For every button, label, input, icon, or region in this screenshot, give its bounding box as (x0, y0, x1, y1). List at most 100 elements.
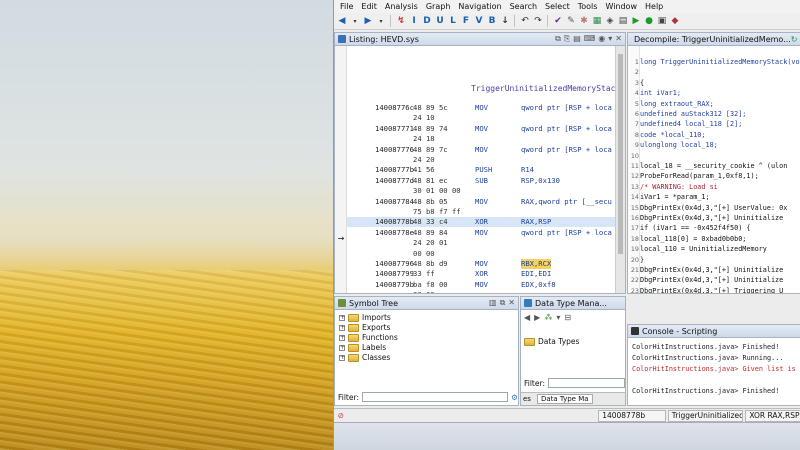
listing-content[interactable]: TriggerUninitializedMemoryStack 14008776… (347, 46, 620, 293)
listing-row[interactable]: 140087771 48 89 74 MOV qword ptr [RSP + loc… (347, 124, 615, 134)
tree-item-exports[interactable]: + Exports (339, 323, 390, 333)
tree-item-classes[interactable]: + Classes (339, 353, 390, 363)
check-icon[interactable]: ✔ (552, 15, 564, 27)
next-instruction-icon[interactable]: I (408, 15, 420, 27)
dtm-filter-input[interactable] (547, 378, 625, 388)
listing-row[interactable]: 14008777d 48 81 ec SUB RSP,0x130 (347, 176, 615, 186)
decompile-line[interactable]: undefined4 local_118 [2]; (640, 119, 800, 129)
refresh-icon[interactable]: ↻ (791, 35, 798, 44)
decompile-line[interactable]: DbgPrintEx(0x4d,3,"[+] Uninitialize (640, 265, 800, 275)
expand-icon[interactable]: + (339, 325, 345, 331)
listing-row[interactable]: 14008778e 48 89 84 MOV qword ptr [RSP + loc… (347, 228, 615, 238)
decompile-line[interactable]: local_110 = UninitializedMemory (640, 244, 800, 254)
next-selected-icon[interactable]: ↯ (395, 15, 407, 27)
decompile-line[interactable]: code *local_110; (640, 130, 800, 140)
expand-icon[interactable]: + (339, 345, 345, 351)
paste-icon[interactable]: ⎘ (564, 34, 570, 44)
tab-data-type-manager[interactable]: Data Type Ma (536, 394, 593, 404)
menu-edit[interactable]: Edit (357, 2, 381, 11)
listing-row[interactable]: 24 18 (347, 134, 615, 144)
new-folder-icon[interactable]: ▥ (489, 298, 497, 308)
listing-scrollbar-thumb[interactable] (618, 54, 623, 254)
next-function-icon[interactable]: F (460, 15, 472, 27)
camera-icon[interactable]: ◉ (598, 34, 605, 44)
filter-options-icon[interactable]: ⚙ (511, 393, 518, 402)
decompile-line[interactable] (640, 67, 800, 77)
decompile-line[interactable]: /* WARNING: Load si (640, 182, 800, 192)
listing-row[interactable]: 24 20 01 (347, 238, 615, 248)
bug-icon[interactable]: ✱ (578, 15, 590, 27)
next-label-icon[interactable]: L (447, 15, 459, 27)
dtm-tree-item[interactable]: Data Types (524, 337, 579, 346)
listing-row[interactable]: 24 10 (347, 113, 615, 123)
copy-icon[interactable]: ⧉ (555, 34, 561, 44)
decompile-line[interactable]: long TriggerUninitializedMemoryStack(vo (640, 57, 800, 67)
decompile-line[interactable]: iVar1 = *param_1; (640, 192, 800, 202)
image-icon[interactable]: ▣ (656, 15, 668, 27)
decompile-line[interactable]: local_18 = __security_cookie ^ (ulon (640, 161, 800, 171)
listing-scrollbar[interactable] (615, 46, 625, 293)
grid-icon[interactable]: ▤ (617, 15, 629, 27)
nav-dropdown-icon[interactable]: ▾ (349, 15, 361, 27)
symbol-filter-input[interactable] (361, 392, 509, 402)
listing-row[interactable]: 24 20 (347, 155, 615, 165)
listing-row[interactable]: 00 00 (347, 249, 615, 259)
decompile-line[interactable]: } (640, 255, 800, 265)
decompile-code[interactable]: long TriggerUninitializedMemoryStack(vo {… (640, 46, 800, 293)
snapshot-icon-2[interactable]: ⧉ (500, 298, 506, 308)
dragon-icon[interactable]: ◆ (669, 15, 681, 27)
decompile-line[interactable]: ProbeForRead(param_1,0xf8,1); (640, 171, 800, 181)
listing-row[interactable]: 14008778b 48 33 c4 XOR RAX,RSP (347, 217, 615, 228)
menu-navigation[interactable]: Navigation (454, 2, 505, 11)
next-instruction-diff-icon[interactable]: V (473, 15, 485, 27)
snapshot-icon[interactable]: ▤ (573, 34, 581, 44)
nav-forward-icon[interactable]: ▶ (362, 15, 374, 27)
dtm-menu-icon[interactable]: ▾ (556, 313, 560, 322)
expand-icon[interactable]: + (339, 355, 345, 361)
tree-item-labels[interactable]: + Labels (339, 343, 386, 353)
decompile-line[interactable]: local_118[0] = 0xbad0b0b0; (640, 234, 800, 244)
nav-back-icon[interactable]: ◀ (336, 15, 348, 27)
undo-icon[interactable]: ↶ (519, 15, 531, 27)
menu-window[interactable]: Window (601, 2, 641, 11)
field-edit-icon[interactable]: ⌨ (584, 34, 596, 44)
menu-graph[interactable]: Graph (422, 2, 455, 11)
listing-row[interactable]: 14008777b 41 56 PUSH R14 (347, 165, 615, 175)
decompile-line[interactable]: DbgPrintEx(0x4d,3,"[+] Uninitialize (640, 213, 800, 223)
dtm-back-icon[interactable]: ◀ (524, 313, 530, 322)
next-error-icon[interactable]: ↓ (499, 15, 511, 27)
decompile-line[interactable]: undefined auStack312 [32]; (640, 109, 800, 119)
listing-row[interactable]: 14008776c 48 89 5c MOV qword ptr [RSP + loc… (347, 103, 615, 113)
decompile-line[interactable]: ulonglong local_18; (640, 140, 800, 150)
redo-icon[interactable]: ↷ (532, 15, 544, 27)
tree-item-imports[interactable]: + Imports (339, 313, 391, 323)
menu-file[interactable]: File (336, 2, 357, 11)
tag-icon[interactable]: ◈ (604, 15, 616, 27)
close-icon-2[interactable]: ✕ (508, 298, 515, 308)
listing-row[interactable]: 00 00 (347, 290, 615, 293)
expand-icon[interactable]: + (339, 315, 345, 321)
listing-row[interactable]: 75 b8 f7 ff (347, 207, 615, 217)
table-icon[interactable]: ▦ (591, 15, 603, 27)
listing-row[interactable]: 140087776 48 89 7c MOV qword ptr [RSP + loc… (347, 145, 615, 155)
menu-icon[interactable]: ▾ (608, 34, 612, 44)
next-data-icon[interactable]: D (421, 15, 433, 27)
tree-item-functions[interactable]: + Functions (339, 333, 398, 343)
close-icon[interactable]: ✕ (615, 34, 622, 44)
decompile-line[interactable]: DbgPrintEx(0x4d,3,"[+] UserValue: 0x (640, 203, 800, 213)
listing-row[interactable]: 140087799 33 ff XOR EDI,EDI (347, 269, 615, 279)
listing-row[interactable]: 140087796 48 8b d9 MOV RBX,RCX (347, 259, 615, 269)
dtm-collapse-icon[interactable]: ⊟ (564, 313, 571, 322)
menu-help[interactable]: Help (641, 2, 667, 11)
menu-tools[interactable]: Tools (574, 2, 602, 11)
decompile-line[interactable]: if (iVar1 == -0x452f4f50) { (640, 223, 800, 233)
expand-icon[interactable]: + (339, 335, 345, 341)
decompile-line[interactable]: DbgPrintEx(0x4d,3,"[+] Uninitialize (640, 275, 800, 285)
decompile-line[interactable] (640, 151, 800, 161)
play-icon[interactable]: ▶ (630, 15, 642, 27)
menu-search[interactable]: Search (506, 2, 541, 11)
dtm-search-icon[interactable]: ⁂ (544, 313, 552, 322)
listing-row[interactable]: 30 01 00 00 (347, 186, 615, 196)
decompile-line[interactable]: int iVar1; (640, 88, 800, 98)
tab-left[interactable]: es (523, 395, 531, 403)
